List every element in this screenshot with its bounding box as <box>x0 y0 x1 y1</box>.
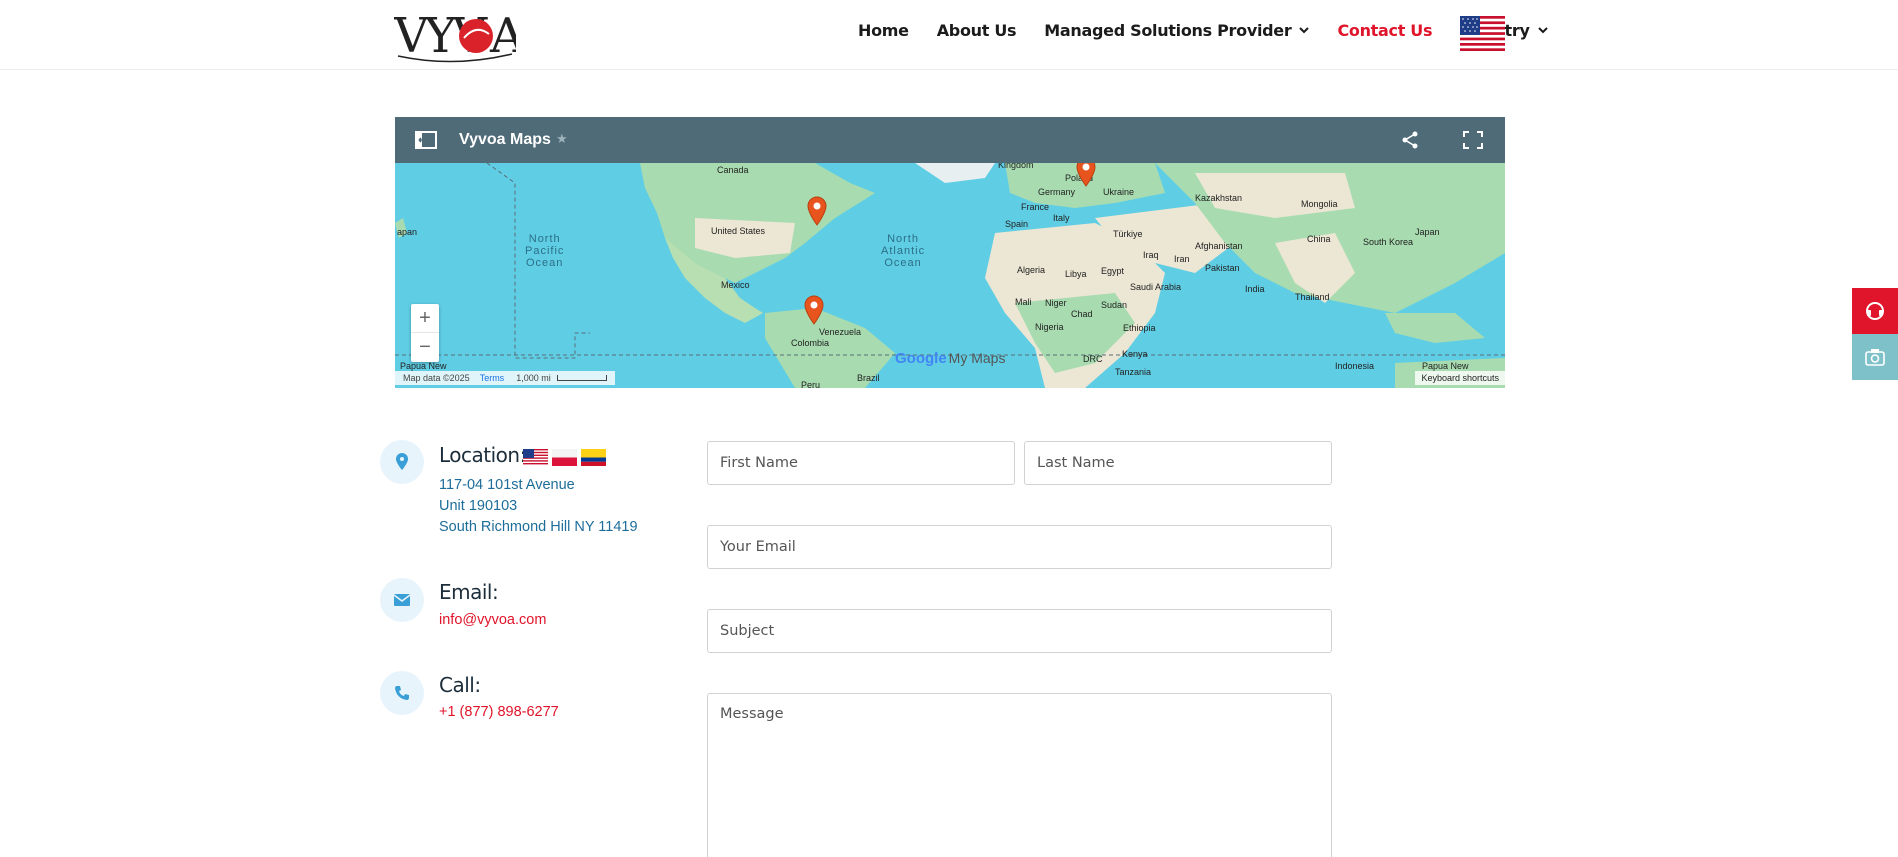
nav-managed-solutions-label: Managed Solutions Provider <box>1044 20 1292 40</box>
nav-home-label: Home <box>858 20 909 40</box>
map-label-kazakhstan: Kazakhstan <box>1195 193 1243 203</box>
address-line-3: South Richmond Hill NY 11419 <box>439 519 638 535</box>
map-label-iraq: Iraq <box>1143 250 1159 260</box>
map-label-ethiopia: Ethiopia <box>1123 323 1156 333</box>
camera-icon <box>1865 349 1885 366</box>
map-label-papua-new-right: Papua New <box>1422 361 1469 371</box>
zoom-in-button[interactable]: + <box>411 304 439 333</box>
us-flag-icon <box>523 449 548 466</box>
map-label-indonesia: Indonesia <box>1335 361 1375 371</box>
map-label-venezuela: Venezuela <box>819 327 862 337</box>
map-label-mongolia: Mongolia <box>1301 199 1338 209</box>
map-label-algeria: Algeria <box>1017 265 1046 275</box>
map-scale-bar <box>556 375 607 381</box>
map-label-pakistan: Pakistan <box>1205 263 1240 273</box>
map-label-saudi-arabia: Saudi Arabia <box>1130 282 1182 292</box>
map-label-kenya: Kenya <box>1122 349 1148 359</box>
nav-about-us[interactable]: About Us <box>937 21 1017 40</box>
nav-contact-us-label: Contact Us <box>1337 20 1433 40</box>
map-terms-link[interactable]: Terms <box>480 373 505 383</box>
map-label-papua-new-left: Papua New <box>400 361 447 371</box>
address-line-2: Unit 190103 <box>439 498 518 514</box>
us-flag-icon[interactable] <box>1460 16 1505 51</box>
map-footer: Map data ©2025 Terms 1,000 mi Keyboard s… <box>395 371 1505 388</box>
nav-managed-solutions[interactable]: Managed Solutions Provider <box>1044 20 1310 40</box>
map-pin-icon[interactable] <box>803 295 825 325</box>
embedded-map[interactable]: Vyvoa Maps ★ North Pacific Ocean North A… <box>395 117 1505 388</box>
map-label-united-states: United States <box>711 226 766 236</box>
call-title: Call: <box>439 673 481 697</box>
ocean-label-north-pacific: North Pacific Ocean <box>525 233 565 269</box>
map-label-canada: Canada <box>717 165 749 175</box>
address-line-1: 117-04 101st Avenue <box>439 477 575 493</box>
map-label-france: France <box>1021 202 1050 212</box>
my-maps-wordmark: My Maps <box>948 350 1006 366</box>
ocean-label-north-atlantic: North Atlantic Ocean <box>881 233 926 269</box>
map-label-japan-left: apan <box>397 227 418 237</box>
vyvoa-logo[interactable]: VYV A <box>394 4 516 64</box>
page: VYV A Home About Us Managed Solutions Pr… <box>0 0 1898 857</box>
email-link[interactable]: info@vyvoa.com <box>439 612 546 628</box>
envelope-icon <box>380 578 424 622</box>
map-label-niger: Niger <box>1045 298 1067 308</box>
map-scale-label: 1,000 mi <box>516 373 551 383</box>
map-pin-icon[interactable] <box>806 196 828 226</box>
map-label-germany: Germany <box>1038 187 1076 197</box>
map-label-egypt: Egypt <box>1101 266 1125 276</box>
map-label-nigeria: Nigeria <box>1035 322 1064 332</box>
map-label-ukraine: Ukraine <box>1103 187 1135 197</box>
map-label-libya: Libya <box>1065 269 1087 279</box>
google-my-maps-logo[interactable]: Google My Maps <box>895 350 1005 367</box>
map-label-italy: Italy <box>1053 213 1070 223</box>
chevron-down-icon <box>1299 27 1310 34</box>
support-button[interactable] <box>1852 288 1898 334</box>
message-textarea[interactable] <box>707 693 1332 857</box>
map-toolbar: Vyvoa Maps ★ <box>395 117 1505 163</box>
map-label-iran: Iran <box>1174 254 1190 264</box>
map-label-afghanistan: Afghanistan <box>1195 241 1243 251</box>
map-label-china: China <box>1307 234 1331 244</box>
zoom-out-button[interactable]: − <box>411 333 439 362</box>
map-label-mali: Mali <box>1015 297 1032 307</box>
camera-button[interactable] <box>1852 334 1898 380</box>
poland-flag-icon <box>552 449 577 466</box>
map-zoom-control: + − <box>411 304 439 362</box>
map-label-mexico: Mexico <box>721 280 750 290</box>
location-title: Location: <box>439 443 526 467</box>
map-label-colombia: Colombia <box>791 338 830 348</box>
fullscreen-icon[interactable] <box>1463 131 1483 149</box>
nav-about-us-label: About Us <box>936 20 1017 40</box>
last-name-input[interactable] <box>1024 441 1332 485</box>
nav-contact-us[interactable]: Contact Us <box>1337 21 1432 40</box>
map-label-india: India <box>1245 284 1265 294</box>
keyboard-shortcuts-link[interactable]: Keyboard shortcuts <box>1415 371 1505 385</box>
google-wordmark: Google <box>895 350 947 367</box>
map-title: Vyvoa Maps <box>459 131 551 148</box>
map-label-japan: Japan <box>1415 227 1440 237</box>
headset-icon <box>1866 302 1884 320</box>
subject-input[interactable] <box>707 609 1332 653</box>
star-icon[interactable]: ★ <box>556 131 568 147</box>
phone-icon <box>380 671 424 715</box>
site-header: VYV A Home About Us Managed Solutions Pr… <box>0 0 1898 70</box>
map-label-turkiye: Türkiye <box>1113 229 1143 239</box>
first-name-input[interactable] <box>707 441 1015 485</box>
nav-home[interactable]: Home <box>858 21 909 40</box>
chevron-down-icon <box>1537 27 1548 34</box>
map-data-text: Map data ©2025 <box>403 373 470 383</box>
map-label-spain: Spain <box>1005 219 1029 229</box>
share-icon[interactable] <box>1401 131 1419 149</box>
email-title: Email: <box>439 580 499 604</box>
map-label-thailand: Thailand <box>1295 292 1330 302</box>
side-panel-icon[interactable] <box>415 131 437 149</box>
phone-link[interactable]: +1 (877) 898-6277 <box>439 704 559 720</box>
map-label-drc: DRC <box>1083 354 1103 364</box>
map-label-chad: Chad <box>1071 309 1093 319</box>
map-label-sudan: Sudan <box>1101 300 1128 310</box>
map-label-south-korea: South Korea <box>1363 237 1414 247</box>
map-attribution: Map data ©2025 Terms 1,000 mi <box>395 371 615 385</box>
colombia-flag-icon <box>581 449 606 466</box>
email-input[interactable] <box>707 525 1332 569</box>
location-pin-icon <box>380 440 424 484</box>
